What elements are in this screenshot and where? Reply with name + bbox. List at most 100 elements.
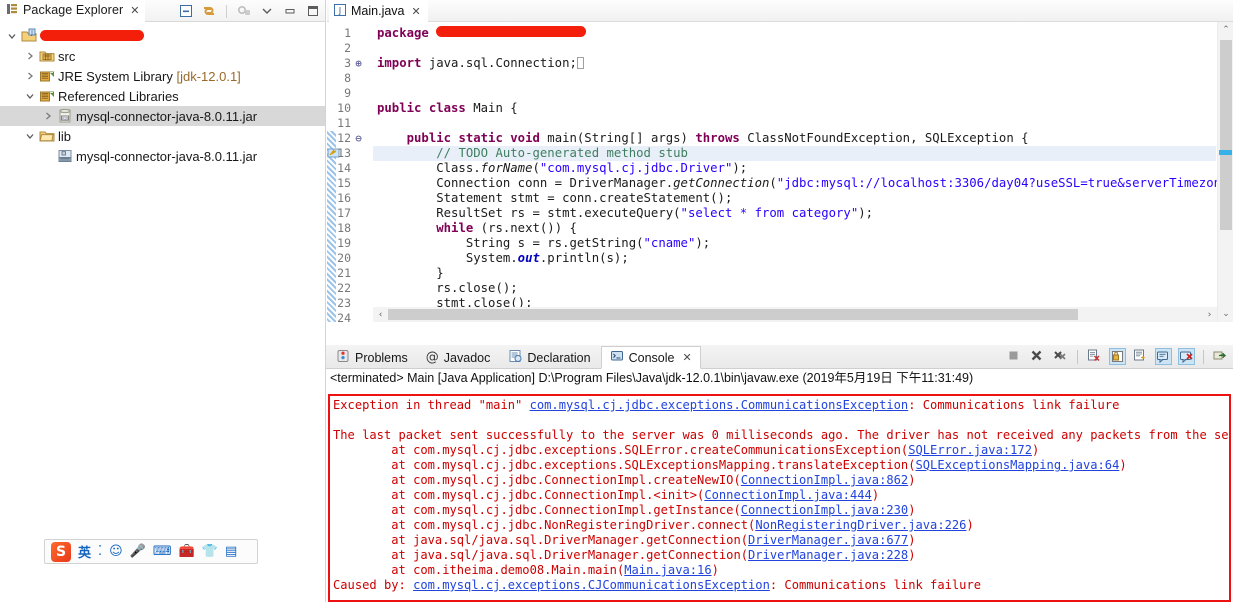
code-area[interactable]: 1 2 3 ⊕ 8 9 10 11 12 ⊖ 13 14 15 16 17 18 19 20 21 22 23 24 pa…: [327, 22, 1233, 322]
stack-trace-link[interactable]: ConnectionImpl.java:444: [704, 488, 871, 502]
svg-text:010: 010: [62, 116, 70, 120]
chevron-right-icon[interactable]: [40, 108, 56, 124]
stack-trace-text: at java.sql/java.sql.DriverManager.getCo…: [333, 548, 749, 562]
tab-declaration[interactable]: Declaration: [500, 346, 598, 369]
tab-main-java[interactable]: J Main.java ✕: [329, 0, 428, 22]
stack-trace-link[interactable]: ConnectionImpl.java:862: [741, 473, 908, 487]
punctuation-icon[interactable]: ⁚: [98, 544, 102, 559]
scroll-lock-icon[interactable]: [1109, 348, 1126, 365]
tree-item-label: src: [58, 48, 76, 64]
open-console-icon[interactable]: [1212, 348, 1229, 365]
stack-trace-link[interactable]: NonRegisteringDriver.java:226: [755, 518, 966, 532]
code-line: // TODO Auto-generated method stub: [436, 146, 688, 160]
code-line: Connection conn = DriverManager.getConne…: [377, 176, 1233, 190]
toolbar-divider: [1077, 349, 1078, 364]
remove-launch-icon[interactable]: [1029, 348, 1046, 365]
stack-trace[interactable]: Exception in thread "main" com.mysql.cj.…: [330, 396, 1229, 593]
package-explorer-tabbar: Package Explorer ✕: [0, 0, 325, 22]
view-menu-icon[interactable]: [259, 3, 275, 19]
redaction-mark: [40, 29, 144, 41]
stack-trace-link[interactable]: Main.java:16: [624, 563, 711, 577]
close-icon[interactable]: ✕: [412, 5, 421, 18]
stack-trace-link[interactable]: SQLExceptionsMapping.java:64: [915, 458, 1119, 472]
menu-icon[interactable]: ▤: [225, 544, 237, 559]
tree-item-referenced-libraries[interactable]: Referenced Libraries: [0, 86, 325, 106]
toolbox-icon[interactable]: 🧰: [179, 544, 195, 559]
line-number: 10: [337, 101, 351, 115]
scroll-right-arrow[interactable]: ›: [1202, 307, 1217, 322]
stack-trace-link[interactable]: com.mysql.cj.jdbc.exceptions.Communicati…: [530, 398, 909, 412]
stack-trace-line: at com.mysql.cj.jdbc.exceptions.SQLExcep…: [333, 458, 1229, 473]
stack-trace-line: at java.sql/java.sql.DriverManager.getCo…: [333, 548, 1229, 563]
vscroll-thumb[interactable]: [1220, 40, 1232, 230]
stack-trace-line: at com.mysql.cj.jdbc.NonRegisteringDrive…: [333, 518, 1229, 533]
console-tab-label: Console: [628, 350, 675, 365]
line-number: 13: [337, 146, 351, 160]
word-wrap-icon[interactable]: [1132, 348, 1149, 365]
source-code[interactable]: package import java.sql.Connection; publi…: [373, 22, 1233, 322]
editor-hscrollbar[interactable]: ‹ ›: [373, 307, 1217, 322]
chevron-down-icon[interactable]: [4, 28, 20, 44]
line-number: 19: [337, 236, 351, 250]
scroll-down-arrow[interactable]: ⌄: [1218, 306, 1233, 322]
show-console-on-output-icon[interactable]: [1155, 348, 1172, 365]
chevron-right-icon[interactable]: [22, 48, 38, 64]
line-number: 14: [337, 161, 351, 175]
code-line: public class Main {: [377, 101, 518, 115]
collapse-all-icon[interactable]: [178, 3, 194, 19]
focus-on-active-task-icon[interactable]: [236, 3, 252, 19]
emoji-icon[interactable]: ☺: [109, 544, 123, 559]
terminated-process-label: <terminated> Main [Java Application] D:\…: [330, 371, 974, 385]
sogou-logo-icon[interactable]: S: [51, 541, 71, 562]
fold-collapse-icon[interactable]: ⊖: [353, 133, 364, 144]
tree-item-lib[interactable]: lib: [0, 126, 325, 146]
chevron-down-icon[interactable]: [22, 88, 38, 104]
chevron-down-icon[interactable]: [22, 128, 38, 144]
scroll-left-arrow[interactable]: ‹: [373, 307, 388, 322]
tree-item-label: mysql-connector-java-8.0.11.jar: [76, 148, 258, 164]
link-with-editor-icon[interactable]: [201, 3, 217, 19]
overview-marker[interactable]: [1219, 150, 1232, 155]
tab-problems[interactable]: Problems: [328, 346, 416, 369]
stack-trace-link[interactable]: ConnectionImpl.java:230: [741, 503, 908, 517]
tree-item-mysql-connector-java-8-0-11-jar[interactable]: 010 mysql-connector-java-8.0.11.jar: [0, 106, 325, 126]
tab-javadoc[interactable]: @ Javadoc: [418, 346, 499, 369]
javadoc-icon: @: [425, 350, 439, 365]
close-icon[interactable]: ✕: [682, 351, 691, 364]
maximize-icon[interactable]: [305, 3, 321, 19]
hscroll-thumb[interactable]: [388, 309, 1078, 320]
scroll-up-arrow[interactable]: ⌃: [1218, 22, 1233, 38]
tree-item-mysql-connector-java-8-0-11-jar[interactable]: mysql-connector-java-8.0.11.jar: [0, 146, 325, 166]
jar-icon: 010: [56, 108, 74, 124]
stack-trace-link[interactable]: DriverManager.java:677: [748, 533, 908, 547]
tab-package-explorer[interactable]: Package Explorer ✕: [0, 0, 146, 22]
clear-console-icon[interactable]: [1086, 348, 1103, 365]
stack-trace-text: Exception in thread "main": [333, 398, 530, 412]
right-pane: J Main.java ✕ 1 2 3 ⊕ 8 9 10 11 12 ⊖ 13 …: [326, 0, 1233, 602]
terminate-icon[interactable]: [1006, 348, 1023, 365]
input-mode-label[interactable]: 英: [78, 542, 91, 561]
skin-icon[interactable]: 👕: [202, 544, 218, 559]
stack-trace-link[interactable]: com.mysql.cj.exceptions.CJCommunications…: [413, 578, 770, 592]
show-console-on-error-icon[interactable]: [1178, 348, 1195, 365]
remove-all-terminated-icon[interactable]: [1052, 348, 1069, 365]
tab-console[interactable]: Console ✕: [600, 346, 701, 369]
stack-trace-line: Caused by: com.mysql.cj.exceptions.CJCom…: [333, 578, 1229, 593]
project-tree[interactable]: Jsrc JRE System Library [jdk-12.0.1] Refer…: [0, 22, 325, 166]
tree-item-project[interactable]: J: [0, 26, 325, 46]
sogou-ime-toolbar[interactable]: S 英 ⁚ ☺ 🎤 ⌨ 🧰 👕 ▤: [44, 539, 258, 564]
voice-input-icon[interactable]: 🎤: [130, 544, 146, 559]
fold-expand-icon[interactable]: ⊕: [353, 58, 364, 69]
package-explorer-icon: [5, 2, 19, 19]
tree-item-jre-system-library[interactable]: JRE System Library [jdk-12.0.1]: [0, 66, 325, 86]
soft-keyboard-icon[interactable]: ⌨: [153, 544, 172, 559]
stack-trace-link[interactable]: DriverManager.java:228: [748, 548, 908, 562]
chevron-right-icon[interactable]: [22, 68, 38, 84]
stack-trace-link[interactable]: SQLError.java:172: [908, 443, 1032, 457]
minimize-icon[interactable]: [282, 3, 298, 19]
tree-item-src[interactable]: src: [0, 46, 325, 66]
close-icon[interactable]: ✕: [130, 4, 139, 17]
editor-vscrollbar[interactable]: ⌃ ⌄: [1217, 22, 1233, 322]
console-tab-label: Problems: [355, 350, 408, 365]
